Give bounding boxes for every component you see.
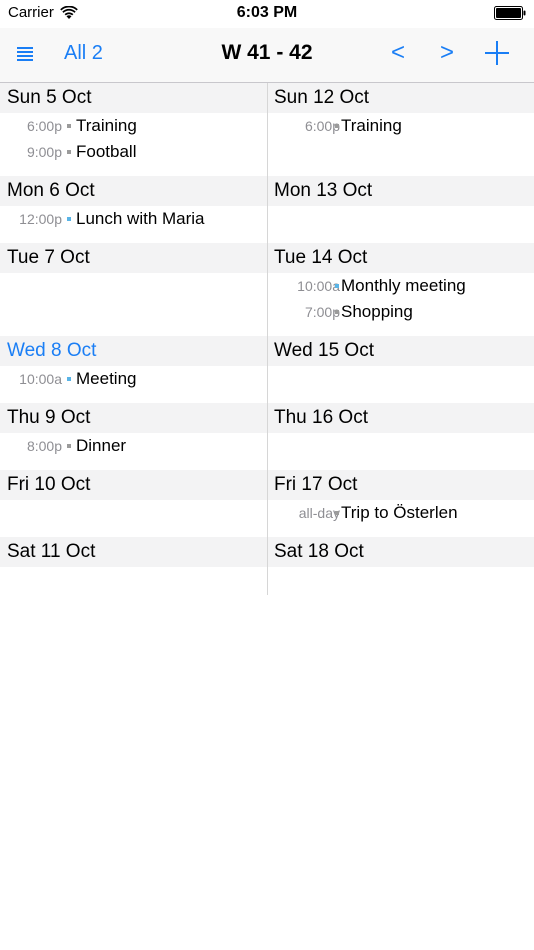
calendar-color-dot	[335, 310, 339, 314]
calendar-color-dot	[67, 444, 71, 448]
event-item[interactable]: 10:00a Meeting	[0, 366, 267, 392]
event-item[interactable]: 7:00p Shopping	[268, 299, 534, 325]
calendar-color-dot	[335, 124, 339, 128]
day-header[interactable]: Mon 13 Oct	[268, 176, 534, 206]
event-time: 10:00a	[19, 371, 62, 387]
event-title: Shopping	[341, 302, 413, 321]
plus-icon[interactable]	[484, 40, 510, 66]
event-time: 12:00p	[19, 211, 62, 227]
event-item[interactable]: 8:00p Dinner	[0, 433, 267, 459]
day-header[interactable]: Tue 7 Oct	[0, 243, 267, 273]
day-header[interactable]: Thu 9 Oct	[0, 403, 267, 433]
event-item[interactable]: 6:00p Training	[0, 113, 267, 139]
event-time: 8:00p	[26, 438, 62, 454]
day-header[interactable]: Sun 5 Oct	[0, 83, 267, 113]
battery-icon	[494, 6, 526, 20]
event-title: Dinner	[76, 436, 127, 455]
day-header[interactable]: Tue 14 Oct	[268, 243, 534, 273]
event-item[interactable]: 12:00p Lunch with Maria	[0, 206, 267, 232]
day-header[interactable]: Fri 10 Oct	[0, 470, 267, 500]
event-time: 9:00p	[26, 144, 62, 160]
day-header[interactable]: Fri 17 Oct	[268, 470, 534, 500]
event-item[interactable]: 6:00p Training	[268, 113, 534, 139]
status-bar: Carrier 6:03 PM	[0, 0, 534, 28]
calendar-color-dot	[67, 217, 71, 221]
day-header[interactable]: Mon 6 Oct	[0, 176, 267, 206]
event-time: 6:00p	[26, 118, 62, 134]
previous-week-button[interactable]: <	[391, 39, 405, 67]
event-title: Training	[341, 116, 402, 135]
event-title: Meeting	[76, 369, 137, 388]
calendar-color-dot	[335, 284, 339, 288]
event-time: all-day	[298, 505, 340, 521]
day-header[interactable]: Wed 15 Oct	[268, 336, 534, 366]
calendar-color-dot	[67, 124, 71, 128]
next-week-button[interactable]: >	[440, 39, 454, 67]
navigation-bar: All 2 W 41 - 42 < >	[0, 28, 534, 83]
event-title: Football	[76, 142, 137, 161]
event-item[interactable]: 9:00p Football	[0, 139, 267, 165]
day-header[interactable]: Sat 11 Oct	[0, 537, 267, 567]
day-header[interactable]: Sat 18 Oct	[268, 537, 534, 567]
status-time: 6:03 PM	[236, 4, 298, 21]
event-time: 10:00a	[297, 278, 340, 294]
day-header[interactable]: Sun 12 Oct	[268, 83, 534, 113]
calendar-color-dot	[67, 150, 71, 154]
event-title: Trip to Österlen	[341, 503, 458, 522]
event-title: Lunch with Maria	[76, 209, 205, 228]
event-item[interactable]: 10:00a Monthly meeting	[268, 273, 534, 299]
event-title: Training	[76, 116, 137, 135]
event-title: Monthly meeting	[341, 276, 466, 295]
day-header[interactable]: Wed 8 Oct	[0, 336, 267, 366]
column-divider	[267, 83, 268, 595]
event-item[interactable]: all-day Trip to Österlen	[268, 500, 534, 526]
calendar-color-dot	[67, 377, 71, 381]
calendar-color-dot	[335, 511, 339, 515]
day-header[interactable]: Thu 16 Oct	[268, 403, 534, 433]
